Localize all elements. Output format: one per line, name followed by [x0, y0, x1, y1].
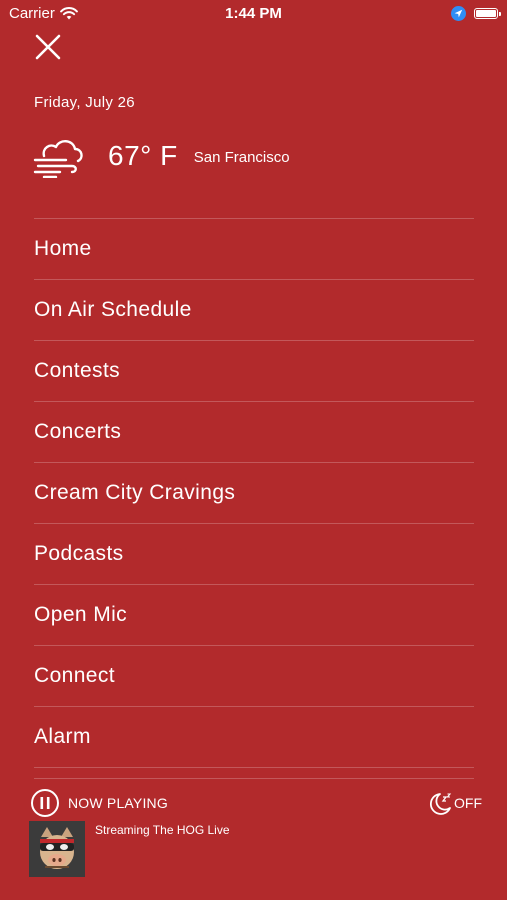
sleep-timer-button[interactable]: OFF — [429, 790, 482, 816]
menu-item-alarm[interactable]: Alarm — [34, 707, 474, 768]
menu-item-label: Alarm — [34, 725, 91, 748]
menu-item-label: Connect — [34, 664, 116, 687]
menu-item-concerts[interactable]: Concerts — [34, 402, 474, 463]
status-time: 1:44 PM — [225, 5, 282, 22]
cloud-wind-icon — [33, 140, 83, 178]
menu-item-on-air-schedule[interactable]: On Air Schedule — [34, 280, 474, 341]
current-track[interactable]: Streaming The HOG Live — [29, 821, 230, 877]
menu-item-open-mic[interactable]: Open Mic — [34, 585, 474, 646]
status-bar: Carrier 1:44 PM — [0, 0, 507, 28]
player-divider — [34, 778, 474, 779]
menu-item-label: Contests — [34, 359, 121, 382]
menu-item-label: Podcasts — [34, 542, 124, 565]
menu-item-podcasts[interactable]: Podcasts — [34, 524, 474, 585]
menu-item-label: Concerts — [34, 420, 122, 443]
close-icon[interactable] — [33, 32, 63, 62]
menu-item-label: On Air Schedule — [34, 298, 192, 321]
menu-item-connect[interactable]: Connect — [34, 646, 474, 707]
menu-item-label: Open Mic — [34, 603, 128, 626]
menu-item-label: Home — [34, 237, 92, 260]
menu-item-home[interactable]: Home — [34, 219, 474, 280]
sleep-timer-moon-icon — [429, 793, 452, 815]
pause-icon[interactable] — [30, 788, 60, 818]
current-date: Friday, July 26 — [34, 94, 135, 111]
now-playing-bar: NOW PLAYING OFF — [30, 787, 482, 819]
menu-item-contests[interactable]: Contests — [34, 341, 474, 402]
menu-item-label: Cream City Cravings — [34, 481, 236, 504]
weather-widget: 67° F San Francisco — [32, 134, 290, 178]
track-title: Streaming The HOG Live — [95, 823, 230, 837]
now-playing-label: NOW PLAYING — [68, 795, 168, 811]
battery-icon — [474, 8, 501, 19]
status-right — [451, 6, 501, 21]
location-arrow-icon — [451, 6, 466, 21]
track-artwork — [29, 821, 85, 877]
menu-item-cream-city-cravings[interactable]: Cream City Cravings — [34, 463, 474, 524]
temperature: 67° F — [108, 140, 178, 171]
hog-mascot-icon — [29, 821, 85, 877]
sleep-timer-state: OFF — [454, 795, 482, 811]
weather-city: San Francisco — [193, 148, 290, 166]
navigation-menu: Home On Air Schedule Contests Concerts C… — [34, 218, 474, 768]
